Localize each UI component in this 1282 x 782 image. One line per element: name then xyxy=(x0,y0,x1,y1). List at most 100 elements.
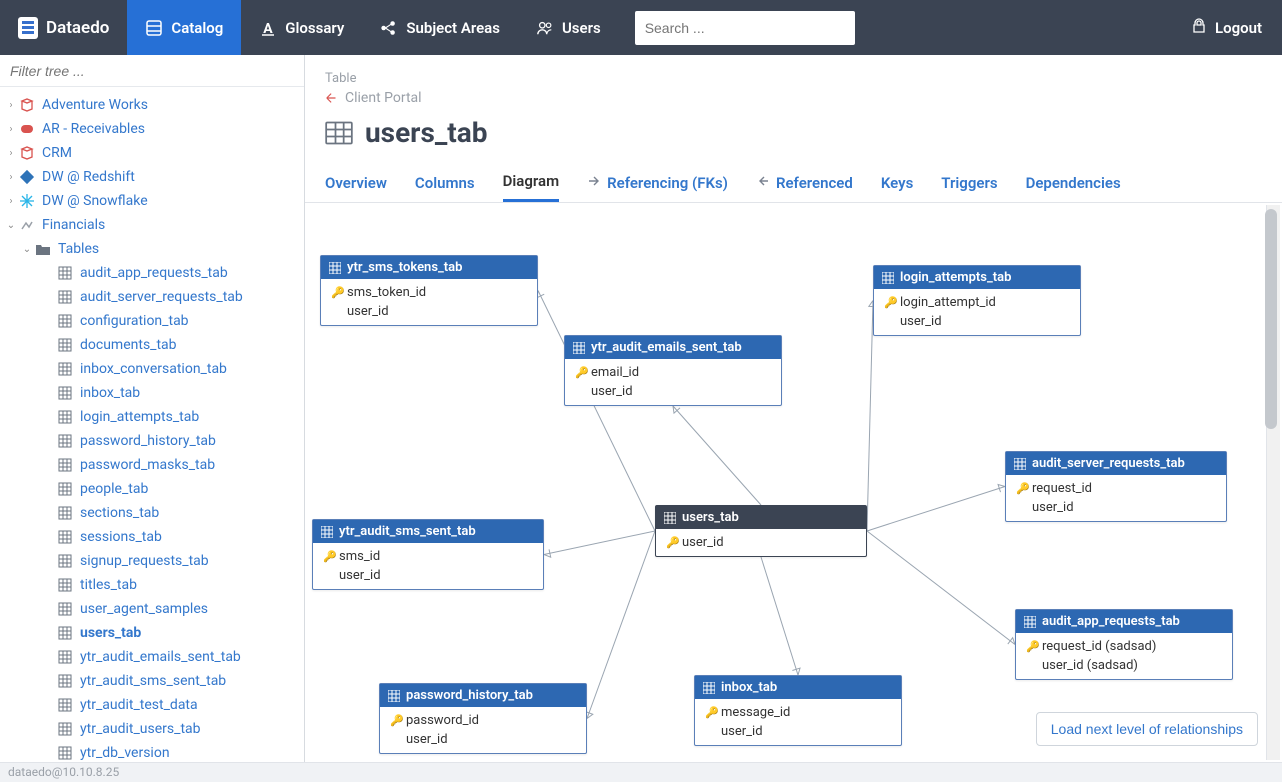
brand[interactable]: Dataedo xyxy=(0,0,127,55)
tab-overview[interactable]: Overview xyxy=(325,163,387,202)
erd-field: user_id xyxy=(313,566,543,585)
tree-db-financials[interactable]: ⌄Financials xyxy=(0,213,304,237)
erd-node-title: audit_app_requests_tab xyxy=(1042,614,1180,629)
tree-table-login_attempts_tab[interactable]: login_attempts_tab xyxy=(0,405,304,429)
tree-table-titles_tab[interactable]: titles_tab xyxy=(0,573,304,597)
grid-icon xyxy=(388,690,400,702)
erd-field-name: user_id (sadsad) xyxy=(1042,658,1138,673)
tree-filter-input[interactable] xyxy=(0,55,304,87)
scrollbar-thumb[interactable] xyxy=(1265,209,1277,429)
tree-table-ytr_db_version[interactable]: ytr_db_version xyxy=(0,741,304,762)
scrollbar-vertical[interactable] xyxy=(1266,205,1280,760)
nav-subjects[interactable]: Subject Areas xyxy=(362,0,518,55)
chevron-icon[interactable]: › xyxy=(4,124,18,135)
erd-node-header[interactable]: ytr_audit_emails_sent_tab xyxy=(565,336,781,359)
erd-node-header[interactable]: ytr_sms_tokens_tab xyxy=(321,256,537,279)
tree-label: people_tab xyxy=(80,481,148,497)
tree-table-audit_app_requests_tab[interactable]: audit_app_requests_tab xyxy=(0,261,304,285)
erd-field: 🔑user_id xyxy=(656,533,866,552)
tree-table-password_history_tab[interactable]: password_history_tab xyxy=(0,429,304,453)
chevron-icon[interactable]: ⌄ xyxy=(20,244,34,255)
tree-db-redshift[interactable]: ›DW @ Redshift xyxy=(0,165,304,189)
nav-catalog[interactable]: Catalog xyxy=(127,0,241,55)
erd-node-header[interactable]: ytr_audit_sms_sent_tab xyxy=(313,520,543,543)
nav-users[interactable]: Users xyxy=(518,0,619,55)
grid-icon xyxy=(321,526,333,538)
table-icon xyxy=(58,578,72,592)
erd-node-audit_app[interactable]: audit_app_requests_tab🔑request_id (sadsa… xyxy=(1015,609,1233,680)
logout-button[interactable]: Logout xyxy=(1171,18,1282,38)
breadcrumb[interactable]: Client Portal xyxy=(305,88,1282,112)
load-next-button[interactable]: Load next level of relationships xyxy=(1036,712,1258,746)
tab-diagram[interactable]: Diagram xyxy=(503,163,560,202)
tree-table-documents_tab[interactable]: documents_tab xyxy=(0,333,304,357)
erd-node-header[interactable]: inbox_tab xyxy=(695,676,901,699)
erd-field: 🔑email_id xyxy=(565,363,781,382)
erd-field-name: password_id xyxy=(406,713,479,728)
erd-node-header[interactable]: users_tab xyxy=(656,506,866,529)
tree-table-users_tab[interactable]: users_tab xyxy=(0,621,304,645)
tree-folder-tables[interactable]: ⌄Tables xyxy=(0,237,304,261)
erd-node-login[interactable]: login_attempts_tab🔑login_attempt_iduser_… xyxy=(873,265,1081,336)
erd-field-name: user_id xyxy=(591,384,633,399)
tree-table-configuration_tab[interactable]: configuration_tab xyxy=(0,309,304,333)
tree-table-sessions_tab[interactable]: sessions_tab xyxy=(0,525,304,549)
tree-table-ytr_audit_sms_sent_tab[interactable]: ytr_audit_sms_sent_tab xyxy=(0,669,304,693)
tree-label: ytr_audit_test_data xyxy=(80,697,198,713)
tree-table-inbox_tab[interactable]: inbox_tab xyxy=(0,381,304,405)
diagram-canvas[interactable]: Load next level of relationships users_t… xyxy=(305,203,1282,762)
nav-glossary[interactable]: AGlossary xyxy=(241,0,362,55)
tree-table-audit_server_requests_tab[interactable]: audit_server_requests_tab xyxy=(0,285,304,309)
brand-icon xyxy=(18,17,38,39)
tab-label: Keys xyxy=(881,174,913,192)
tree-table-password_masks_tab[interactable]: password_masks_tab xyxy=(0,453,304,477)
erd-node-emails[interactable]: ytr_audit_emails_sent_tab 🔑email_id user_i… xyxy=(564,335,782,406)
status-text: dataedo@10.10.8.25 xyxy=(8,765,119,779)
tree-label: inbox_tab xyxy=(80,385,140,401)
erd-field: 🔑sms_token_id xyxy=(321,283,537,302)
erd-node-users[interactable]: users_tab 🔑user_id xyxy=(655,505,867,557)
tree-db-ar[interactable]: ›AR - Receivables xyxy=(0,117,304,141)
db-icon xyxy=(18,192,36,210)
tab-dependencies[interactable]: Dependencies xyxy=(1026,163,1121,202)
erd-node-header[interactable]: audit_server_requests_tab xyxy=(1006,452,1226,475)
tree[interactable]: ›Adventure Works›AR - Receivables›CRM›DW… xyxy=(0,87,304,762)
tab-referencing[interactable]: Referencing (FKs) xyxy=(587,163,728,202)
erd-field: user_id xyxy=(321,302,537,321)
erd-field-name: user_id xyxy=(900,314,942,329)
erd-node-header[interactable]: login_attempts_tab xyxy=(874,266,1080,289)
tree-table-inbox_conversation_tab[interactable]: inbox_conversation_tab xyxy=(0,357,304,381)
erd-node-sms_sent[interactable]: ytr_audit_sms_sent_tab🔑sms_iduser_id xyxy=(312,519,544,590)
chevron-icon[interactable]: › xyxy=(4,172,18,183)
tree-label: DW @ Snowflake xyxy=(42,193,148,209)
erd-node-inbox[interactable]: inbox_tab🔑message_iduser_id xyxy=(694,675,902,746)
erd-field: user_id xyxy=(874,312,1080,331)
search-input[interactable] xyxy=(635,11,855,45)
tree-table-signup_requests_tab[interactable]: signup_requests_tab xyxy=(0,549,304,573)
tab-referenced[interactable]: Referenced xyxy=(756,163,853,202)
chevron-icon[interactable]: › xyxy=(4,196,18,207)
tree-table-ytr_audit_emails_sent_tab[interactable]: ytr_audit_emails_sent_tab xyxy=(0,645,304,669)
tab-columns[interactable]: Columns xyxy=(415,163,475,202)
erd-node-header[interactable]: password_history_tab xyxy=(380,684,586,707)
erd-field-name: message_id xyxy=(721,705,790,720)
tree-label: documents_tab xyxy=(80,337,177,353)
tab-keys[interactable]: Keys xyxy=(881,163,913,202)
tree-table-people_tab[interactable]: people_tab xyxy=(0,477,304,501)
tree-db-adventure[interactable]: ›Adventure Works xyxy=(0,93,304,117)
grid-icon xyxy=(882,272,894,284)
chevron-icon[interactable]: › xyxy=(4,100,18,111)
erd-node-pwd[interactable]: password_history_tab🔑password_iduser_id xyxy=(379,683,587,754)
tree-table-user_agent_samples[interactable]: user_agent_samples xyxy=(0,597,304,621)
tree-db-snowflake[interactable]: › DW @ Snowflake xyxy=(0,189,304,213)
erd-node-sms_tokens[interactable]: ytr_sms_tokens_tab 🔑sms_token_iduser_id xyxy=(320,255,538,326)
erd-node-audit_server[interactable]: audit_server_requests_tab🔑request_iduser… xyxy=(1005,451,1227,522)
tree-table-sections_tab[interactable]: sections_tab xyxy=(0,501,304,525)
tree-table-ytr_audit_users_tab[interactable]: ytr_audit_users_tab xyxy=(0,717,304,741)
tree-db-crm[interactable]: ›CRM xyxy=(0,141,304,165)
tab-triggers[interactable]: Triggers xyxy=(941,163,997,202)
chevron-icon[interactable]: › xyxy=(4,148,18,159)
chevron-icon[interactable]: ⌄ xyxy=(4,220,18,231)
tree-table-ytr_audit_test_data[interactable]: ytr_audit_test_data xyxy=(0,693,304,717)
erd-node-header[interactable]: audit_app_requests_tab xyxy=(1016,610,1232,633)
